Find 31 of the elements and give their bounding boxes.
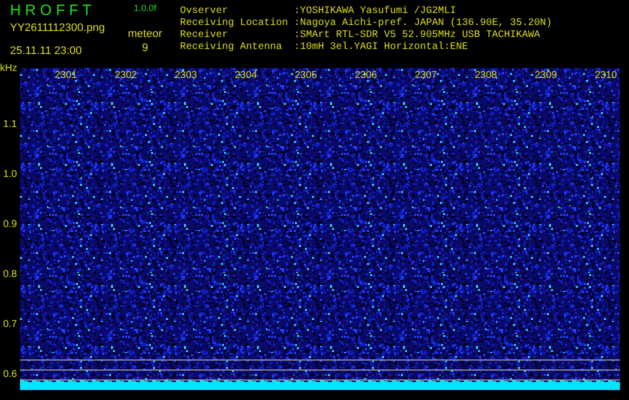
time-label: 2303 — [174, 70, 197, 82]
frequency-label: 0.6 — [3, 369, 18, 381]
version-label: 1.0.0f — [134, 2, 156, 14]
info-label: Receiver — [180, 30, 230, 42]
info-value: :10mH 3el.YAGI Horizontal:ENE — [294, 42, 468, 54]
info-value: :SMArt RTL-SDR V5 52.905MHz USB TACHIKAWA — [294, 30, 540, 42]
time-label: 2302 — [114, 70, 137, 82]
info-label: Receiving Antenna — [180, 42, 284, 54]
time-label: 2301 — [54, 70, 77, 82]
info-value: :Nagoya Aichi-pref. JAPAN (136.90E, 35.20N) — [294, 18, 552, 30]
axis-unit: kHz — [0, 63, 18, 75]
time-label: 2307 — [414, 70, 437, 82]
time-label: 2305 — [294, 70, 317, 82]
time-label: 2308 — [474, 70, 497, 82]
app-title: H R O F F T — [10, 2, 92, 20]
date-time: 25.11.11 23:00 — [10, 44, 83, 58]
meteor-label: meteor — [128, 27, 162, 41]
frequency-label: 0.8 — [3, 269, 18, 281]
info-value: :YOSHIKAWA Yasufumi /JG2MLI — [294, 6, 456, 18]
info-label: Ovserver — [180, 6, 230, 18]
info-label: Receiving Location — [180, 18, 290, 30]
file-name: YY2611112300.png — [10, 21, 106, 35]
meteor-count: 9 — [142, 41, 148, 55]
frequency-label: 0.9 — [3, 219, 18, 231]
time-label: 2309 — [534, 70, 557, 82]
frequency-label: 1.0 — [3, 169, 18, 181]
frequency-label: 0.7 — [3, 319, 18, 331]
time-label: 2310 — [594, 70, 617, 82]
time-label: 2306 — [354, 70, 377, 82]
time-label: 2304 — [234, 70, 257, 82]
frequency-label: 1.1 — [3, 119, 18, 131]
